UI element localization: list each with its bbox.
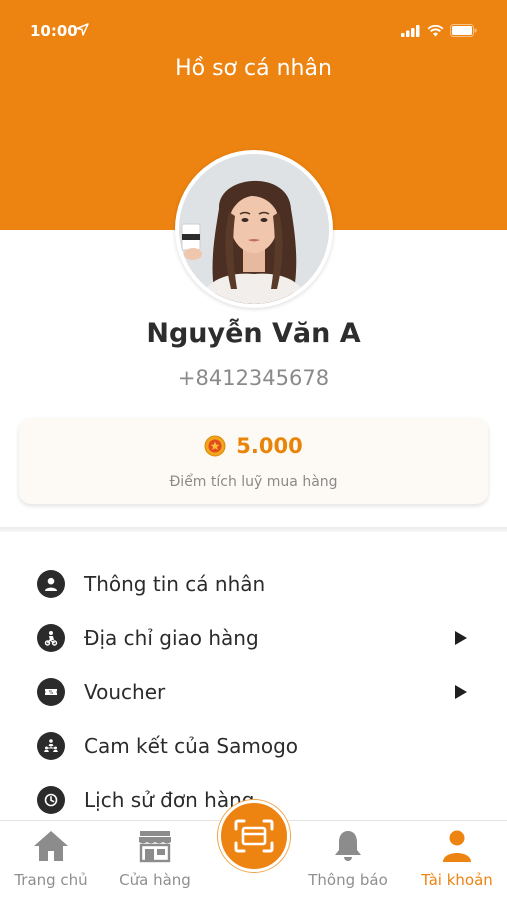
status-bar: 10:00 [0,0,507,58]
menu-item-commitment[interactable]: Cam kết của Samogo [0,719,507,773]
points-label: Điểm tích luỹ mua hàng [169,474,338,490]
nav-tab-account[interactable]: Tài khoản [414,821,500,900]
location-arrow-icon [76,23,89,36]
points-value: 5.000 [236,434,303,458]
coin-icon [204,435,226,457]
history-icon [37,786,65,814]
user-icon [37,570,65,598]
menu-item-delivery-address[interactable]: Địa chỉ giao hàng [0,611,507,665]
nav-label: Trang chủ [14,871,88,889]
status-time: 10:00 [30,22,78,40]
store-icon [139,831,171,863]
menu-item-voucher[interactable]: % Voucher [0,665,507,719]
nav-tab-store[interactable]: Cửa hàng [112,821,198,900]
arrow-right-icon [455,685,467,699]
bell-icon [335,831,361,861]
nav-label: Tài khoản [421,871,493,889]
battery-icon [450,24,477,37]
page-title: Hồ sơ cá nhân [175,56,332,81]
menu-item-label: Voucher [84,680,166,704]
signal-icon [401,24,420,37]
menu-item-personal-info[interactable]: Thông tin cá nhân [0,557,507,611]
arrow-right-icon [455,631,467,645]
svg-text:%: % [49,690,54,696]
nav-tab-home[interactable]: Trang chủ [8,821,94,900]
home-icon [34,831,68,861]
commitment-icon [37,732,65,760]
voucher-icon: % [37,678,65,706]
scan-button[interactable] [218,800,290,872]
menu-item-label: Địa chỉ giao hàng [84,626,259,650]
avatar-photo [179,154,329,304]
account-icon [443,830,471,862]
points-card[interactable]: 5.000 Điểm tích luỹ mua hàng [19,418,488,504]
section-divider [0,527,507,532]
user-phone: +8412345678 [177,366,330,390]
nav-tab-notifications[interactable]: Thông báo [304,821,392,900]
menu-item-label: Thông tin cá nhân [84,572,266,596]
nav-label: Thông báo [308,871,388,889]
user-name: Nguyễn Văn A [146,318,361,349]
menu-item-label: Cam kết của Samogo [84,734,299,758]
scan-icon [234,819,274,853]
delivery-icon [37,624,65,652]
nav-label: Cửa hàng [119,871,191,889]
avatar[interactable] [175,150,333,308]
wifi-icon [427,24,444,36]
